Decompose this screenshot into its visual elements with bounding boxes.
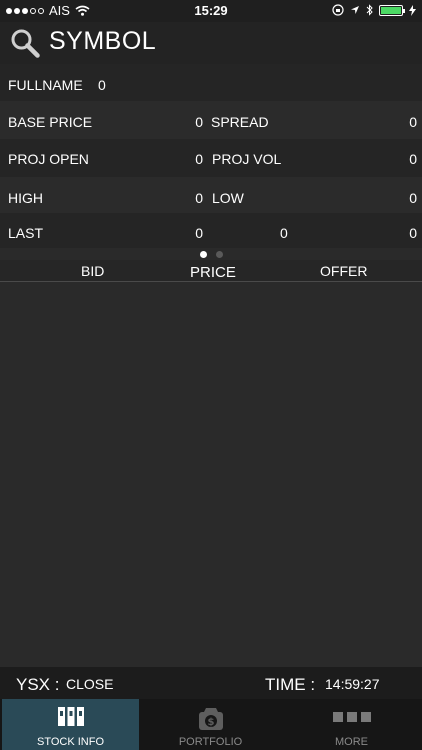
tab-bar: STOCK INFO $ PORTFOLIO MORE	[0, 699, 422, 750]
proj-vol-label: PROJ VOL	[212, 151, 282, 167]
fullname-label: FULLNAME	[8, 77, 83, 93]
proj-open-label: PROJ OPEN	[8, 151, 89, 167]
base-price-row: BASE PRICE 0 SPREAD 0	[0, 101, 422, 139]
tab-stock-info[interactable]: STOCK INFO	[2, 699, 139, 750]
proj-open-value: 0	[195, 151, 203, 167]
offer-header: OFFER	[320, 263, 368, 279]
fullname-row: FULLNAME 0	[0, 64, 422, 101]
bluetooth-icon	[366, 4, 373, 16]
low-value: 0	[409, 190, 417, 206]
bid-header: BID	[81, 263, 105, 279]
page-dot[interactable]	[216, 251, 223, 258]
last-value: 0	[280, 225, 288, 241]
last-value: 0	[195, 225, 203, 241]
high-label: HIGH	[8, 190, 43, 206]
proj-open-row: PROJ OPEN 0 PROJ VOL 0	[0, 139, 422, 177]
high-low-row: HIGH 0 LOW 0	[0, 177, 422, 213]
charging-icon	[409, 4, 416, 16]
base-price-value: 0	[195, 114, 203, 130]
low-label: LOW	[212, 190, 244, 206]
high-value: 0	[195, 190, 203, 206]
battery-icon	[379, 4, 405, 16]
search-icon[interactable]	[10, 28, 40, 58]
price-header: PRICE	[190, 264, 236, 281]
fullname-value: 0	[98, 77, 106, 93]
market-status-bar: YSX : CLOSE TIME : 14:59:27	[0, 667, 422, 699]
tab-portfolio[interactable]: $ PORTFOLIO	[142, 699, 279, 750]
base-price-label: BASE PRICE	[8, 114, 93, 130]
last-value: 0	[409, 225, 417, 241]
order-book-list[interactable]	[0, 283, 422, 666]
spread-label: SPREAD	[211, 114, 269, 130]
status-bar: AIS 15:29	[0, 0, 422, 22]
tab-more-label: MORE	[335, 736, 368, 748]
proj-vol-value: 0	[409, 151, 417, 167]
orientation-lock-icon	[332, 4, 344, 16]
portfolio-icon: $	[198, 708, 223, 730]
last-label: LAST	[8, 225, 44, 241]
header: SYMBOL	[0, 22, 422, 64]
tab-more[interactable]: MORE	[283, 699, 420, 750]
location-icon	[351, 6, 359, 14]
spread-value: 0	[409, 114, 417, 130]
page-indicator[interactable]	[0, 249, 422, 259]
exchange-status: CLOSE	[66, 676, 114, 692]
time-value: 14:59:27	[325, 676, 380, 692]
page-dot[interactable]	[200, 251, 207, 258]
svg-text:$: $	[207, 717, 214, 728]
tab-stock-info-label: STOCK INFO	[36, 736, 105, 748]
more-icon	[332, 712, 371, 722]
tab-portfolio-label: PORTFOLIO	[178, 736, 243, 748]
order-book-header: BID PRICE OFFER	[0, 260, 422, 282]
time-label: TIME :	[265, 675, 316, 694]
exchange-label: YSX :	[16, 675, 60, 694]
last-row: LAST 0 0 0	[0, 213, 422, 248]
stock-info-icon	[57, 707, 84, 726]
symbol-title[interactable]: SYMBOL	[49, 27, 156, 56]
status-right	[332, 4, 416, 16]
